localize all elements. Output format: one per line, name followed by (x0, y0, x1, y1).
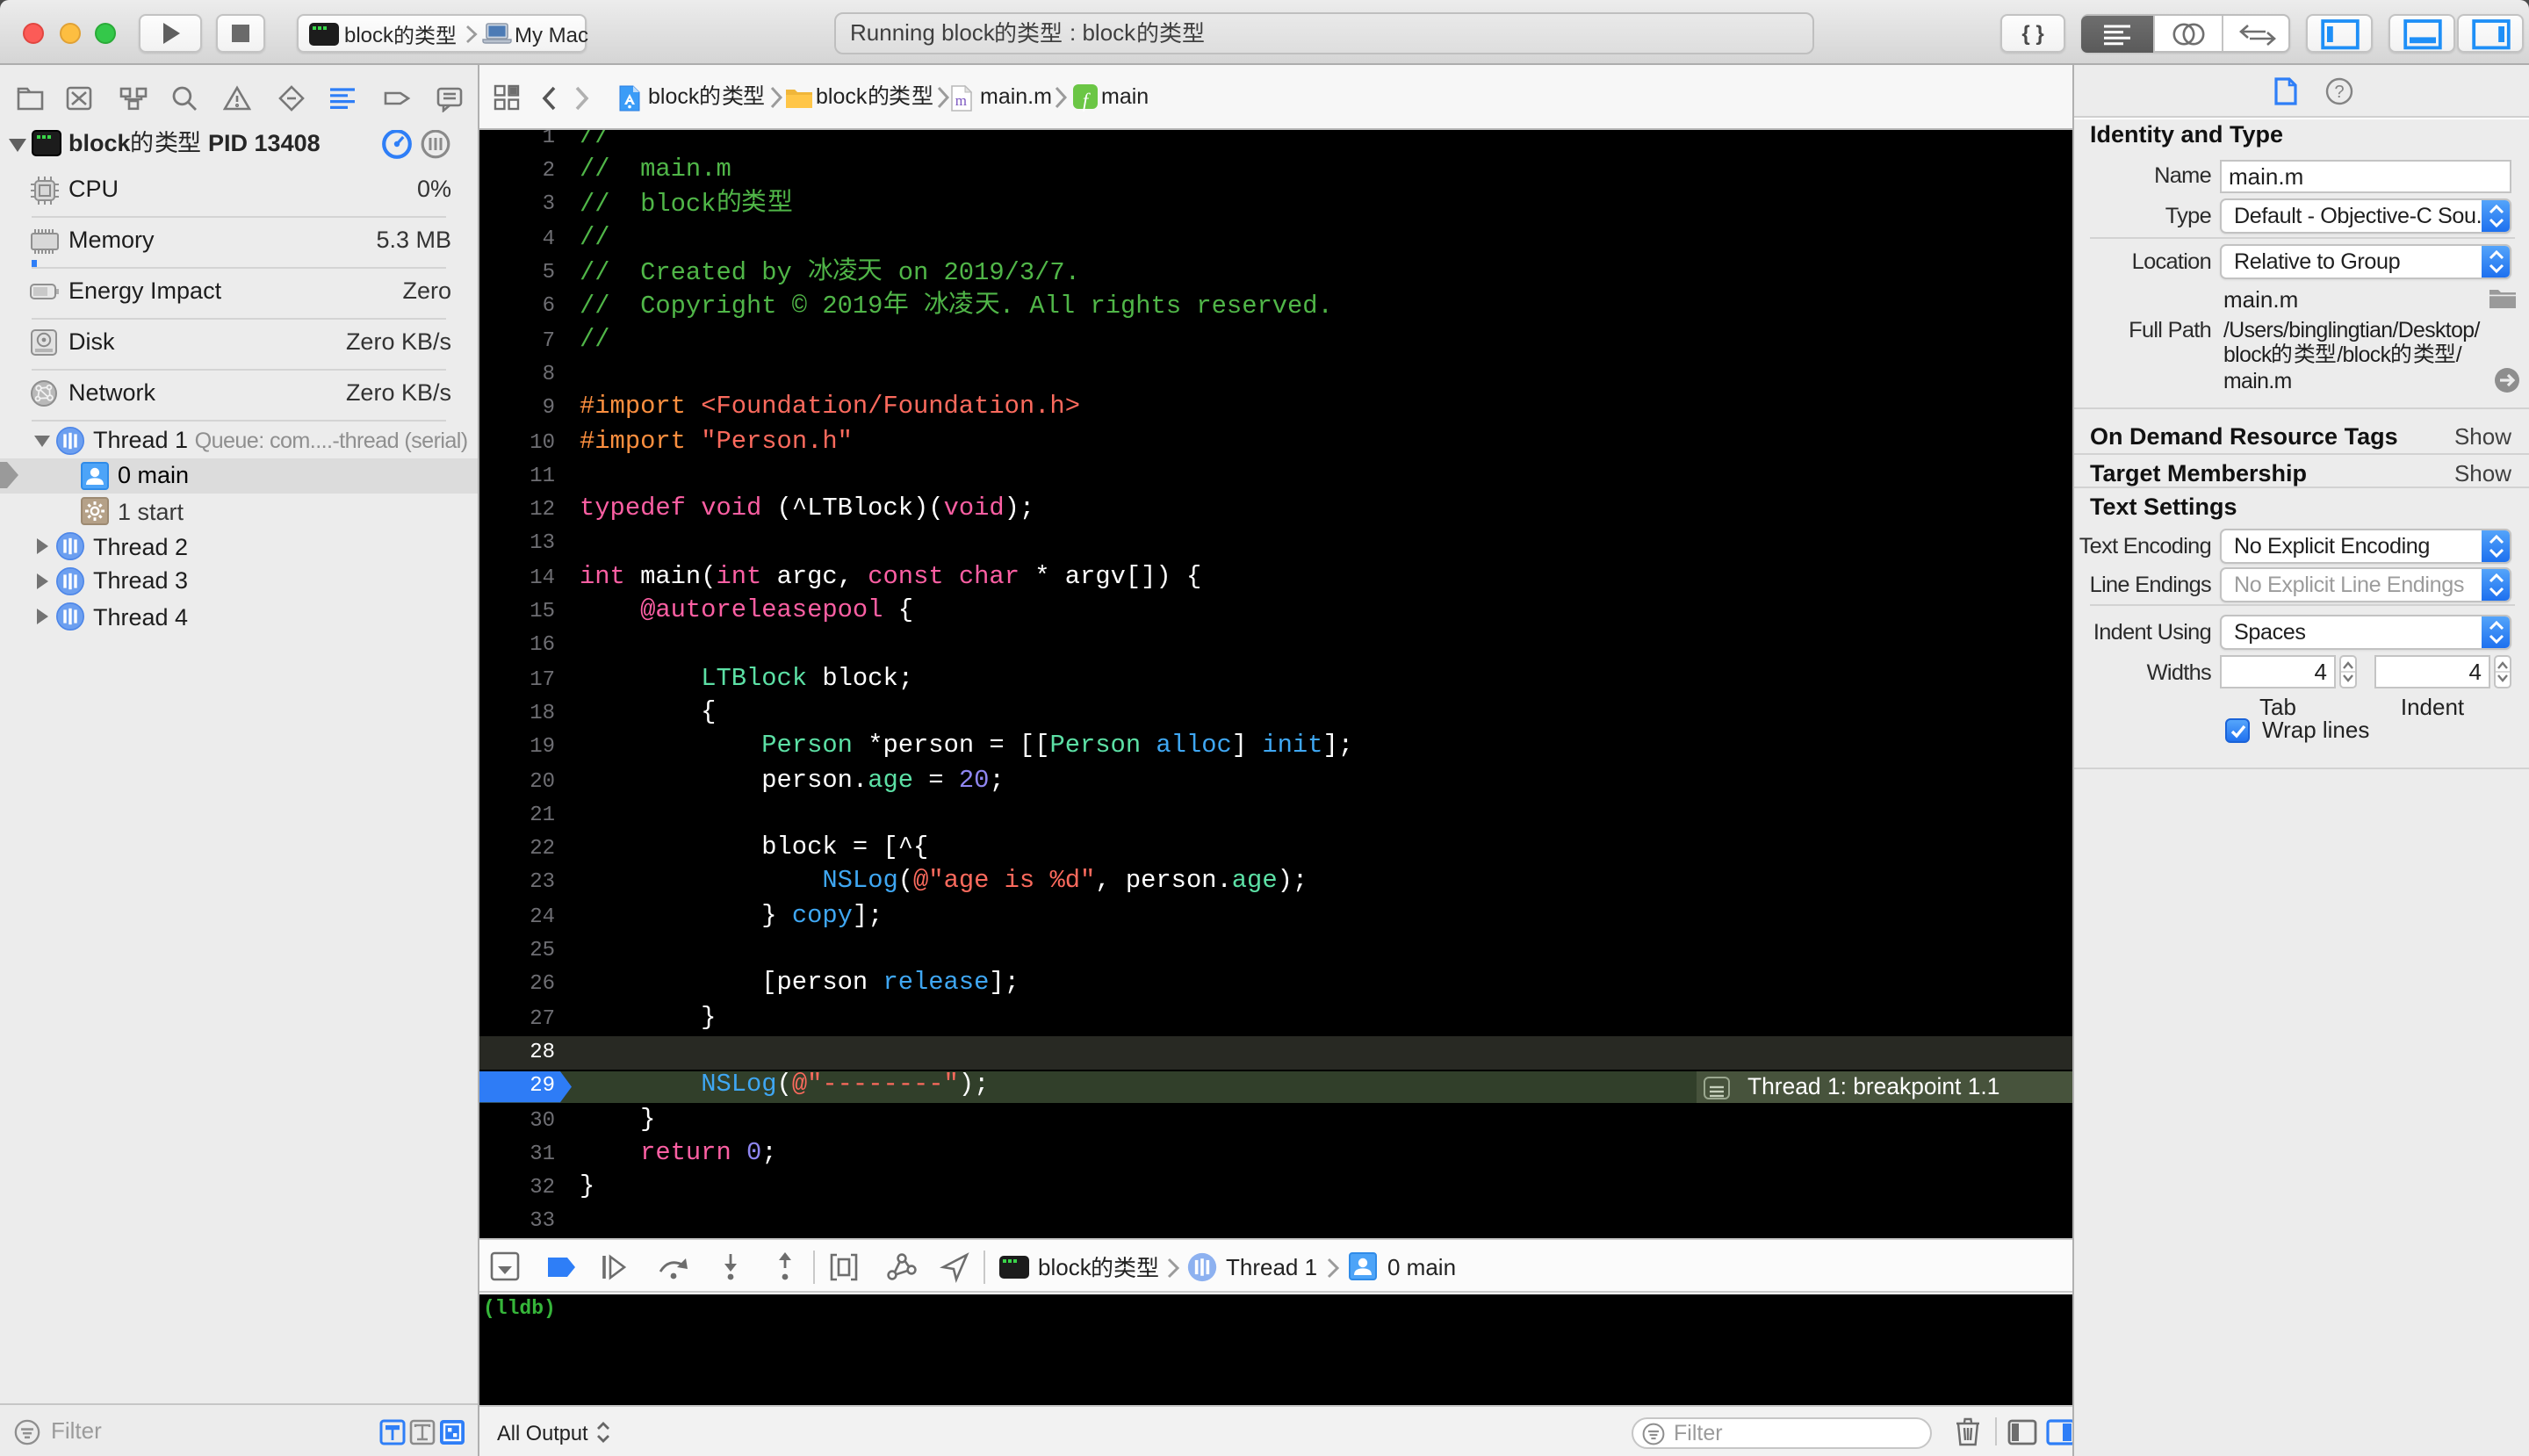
svg-text:?: ? (2334, 83, 2344, 102)
svg-text:m: m (955, 91, 967, 108)
